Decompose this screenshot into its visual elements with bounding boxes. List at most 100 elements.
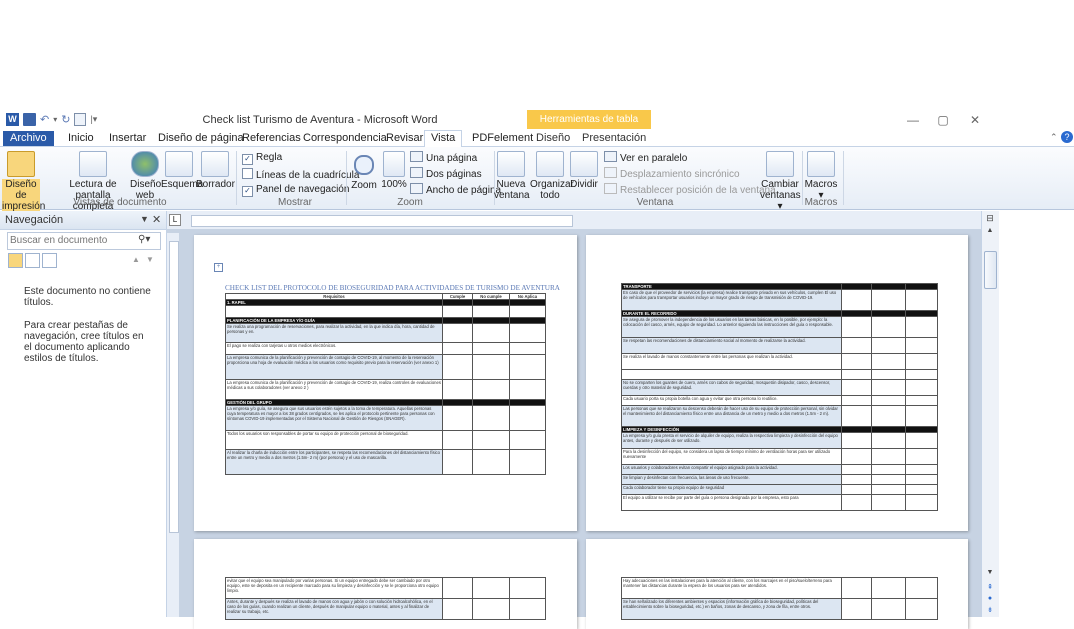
- cumple-cell[interactable]: [841, 337, 872, 354]
- two-pages-button[interactable]: Dos páginas: [410, 167, 482, 180]
- no-aplica-cell[interactable]: [509, 429, 546, 450]
- no-aplica-cell[interactable]: [509, 305, 546, 318]
- no-cumple-cell[interactable]: [871, 474, 906, 485]
- tab-diseno-pagina[interactable]: Diseño de página: [152, 131, 250, 146]
- requirement-cell[interactable]: La empresa comunica de la planificación …: [225, 379, 443, 400]
- no-aplica-cell[interactable]: [905, 337, 938, 354]
- close-icon[interactable]: ✕: [962, 112, 988, 128]
- search-icon[interactable]: ⚲▾: [138, 234, 150, 245]
- headings-tab-icon[interactable]: [8, 253, 23, 268]
- requirement-cell[interactable]: Las personas que se realizaron su descen…: [621, 405, 842, 427]
- cumple-cell[interactable]: [442, 577, 473, 599]
- tab-diseno-tabla[interactable]: Diseño: [530, 131, 576, 146]
- no-cumple-cell[interactable]: [472, 404, 510, 431]
- requirement-cell[interactable]: Los usuarios y colaboradores evitan comp…: [621, 464, 842, 475]
- no-cumple-cell[interactable]: [871, 353, 906, 370]
- cumple-cell[interactable]: [841, 474, 872, 485]
- cumple-cell[interactable]: [841, 353, 872, 370]
- page-width-button[interactable]: Ancho de página: [410, 183, 501, 196]
- cumple-cell[interactable]: [442, 598, 473, 620]
- tab-selector-icon[interactable]: L: [169, 214, 181, 226]
- page-2[interactable]: TRANSPORTE En caso de que el proveedor de…: [586, 235, 968, 531]
- cumple-cell[interactable]: [841, 494, 872, 511]
- nav-search-input[interactable]: [10, 234, 128, 246]
- no-aplica-cell[interactable]: [905, 598, 938, 620]
- pages-tab-icon[interactable]: [25, 253, 40, 268]
- cumple-cell[interactable]: [841, 464, 872, 475]
- cumple-cell[interactable]: [841, 369, 872, 380]
- requirement-cell[interactable]: Al realizar la charla de inducción entre…: [225, 448, 443, 476]
- reset-position-button[interactable]: Restablecer posición de la ventana: [604, 183, 776, 196]
- no-cumple-cell[interactable]: [871, 289, 906, 311]
- cumple-cell[interactable]: [841, 395, 872, 406]
- next-page-icon[interactable]: ⇟: [986, 606, 994, 614]
- no-cumple-cell[interactable]: [472, 354, 510, 381]
- no-cumple-cell[interactable]: [871, 379, 906, 396]
- no-cumple-cell[interactable]: [871, 432, 906, 449]
- cumple-cell[interactable]: [841, 405, 872, 427]
- minimize-ribbon-icon[interactable]: ⌃: [1050, 132, 1058, 143]
- browse-object-icon[interactable]: ●: [986, 595, 994, 602]
- no-aplica-cell[interactable]: [905, 289, 938, 311]
- no-cumple-cell[interactable]: [871, 464, 906, 475]
- next-result-icon[interactable]: ▼: [146, 255, 154, 264]
- vertical-ruler[interactable]: [167, 233, 179, 617]
- requirement-cell[interactable]: El equipo a utilizar se recibe por parte…: [621, 494, 842, 511]
- cumple-cell[interactable]: [442, 429, 473, 450]
- requirement-cell[interactable]: [225, 305, 443, 318]
- no-aplica-cell[interactable]: [509, 404, 546, 431]
- cumple-cell[interactable]: [442, 448, 473, 476]
- horizontal-ruler[interactable]: [191, 215, 573, 227]
- close-icon[interactable]: ✕: [152, 213, 161, 226]
- help-icon[interactable]: ?: [1061, 131, 1073, 143]
- requirement-cell[interactable]: [621, 369, 842, 380]
- page-4[interactable]: Hay adecuaciones en las instalaciones pa…: [586, 539, 968, 629]
- tab-revisar[interactable]: Revisar: [380, 131, 429, 146]
- cumple-cell[interactable]: [442, 322, 473, 344]
- cumple-cell[interactable]: [442, 342, 473, 356]
- web-layout-button[interactable]: Diseño web: [130, 151, 161, 201]
- nav-pane-menu-icon[interactable]: ▼: [140, 214, 149, 224]
- page-3[interactable]: evitar que el equipo sea manipulado por …: [194, 539, 577, 629]
- table-move-handle-icon[interactable]: +: [214, 263, 223, 272]
- cumple-cell[interactable]: [841, 316, 872, 338]
- no-aplica-cell[interactable]: [905, 369, 938, 380]
- ruler-checkbox[interactable]: ✓ Regla: [242, 152, 282, 165]
- requirement-cell[interactable]: Se han señalizado los diferentes ambient…: [621, 598, 842, 620]
- no-aplica-cell[interactable]: [905, 484, 938, 495]
- tab-correspondencia[interactable]: Correspondencia: [297, 131, 393, 146]
- requirement-cell[interactable]: Hay adecuaciones en las instalaciones pa…: [621, 577, 842, 599]
- previous-page-icon[interactable]: ⇞: [986, 583, 994, 591]
- requirement-cell[interactable]: Para la desinfección del equipo, se cons…: [621, 448, 842, 465]
- no-aplica-cell[interactable]: [905, 474, 938, 485]
- no-aplica-cell[interactable]: [509, 598, 546, 620]
- no-aplica-cell[interactable]: [509, 448, 546, 476]
- no-cumple-cell[interactable]: [871, 484, 906, 495]
- cumple-cell[interactable]: [442, 305, 473, 318]
- sync-scroll-button[interactable]: Desplazamiento sincrónico: [604, 167, 740, 180]
- side-by-side-button[interactable]: Ver en paralelo: [604, 151, 687, 164]
- requirement-cell[interactable]: Cada usuario porta su propia botella con…: [621, 395, 842, 406]
- split-button[interactable]: Dividir: [570, 151, 598, 190]
- no-aplica-cell[interactable]: [509, 322, 546, 344]
- no-cumple-cell[interactable]: [472, 379, 510, 400]
- tab-pdfelement[interactable]: PDFelement: [466, 131, 539, 146]
- no-cumple-cell[interactable]: [472, 305, 510, 318]
- no-cumple-cell[interactable]: [871, 577, 906, 599]
- gridlines-checkbox[interactable]: Líneas de la cuadrícula: [242, 168, 359, 181]
- print-layout-button[interactable]: Diseño de impresión: [2, 151, 45, 212]
- no-cumple-cell[interactable]: [871, 405, 906, 427]
- no-aplica-cell[interactable]: [905, 395, 938, 406]
- no-aplica-cell[interactable]: [905, 379, 938, 396]
- cumple-cell[interactable]: [442, 354, 473, 381]
- requirement-cell[interactable]: El pago se realiza con tarjetas u otros …: [225, 342, 443, 356]
- requirement-cell[interactable]: En caso de que el proveedor de servicios…: [621, 289, 842, 311]
- cumple-cell[interactable]: [841, 577, 872, 599]
- zoom-100-button[interactable]: 100%: [380, 151, 408, 190]
- nav-pane-checkbox[interactable]: ✓ Panel de navegación: [242, 184, 349, 197]
- cumple-cell[interactable]: [841, 484, 872, 495]
- scroll-down-icon[interactable]: ▼: [986, 569, 994, 576]
- no-cumple-cell[interactable]: [871, 316, 906, 338]
- no-aplica-cell[interactable]: [905, 353, 938, 370]
- outline-button[interactable]: Esquema: [161, 151, 203, 190]
